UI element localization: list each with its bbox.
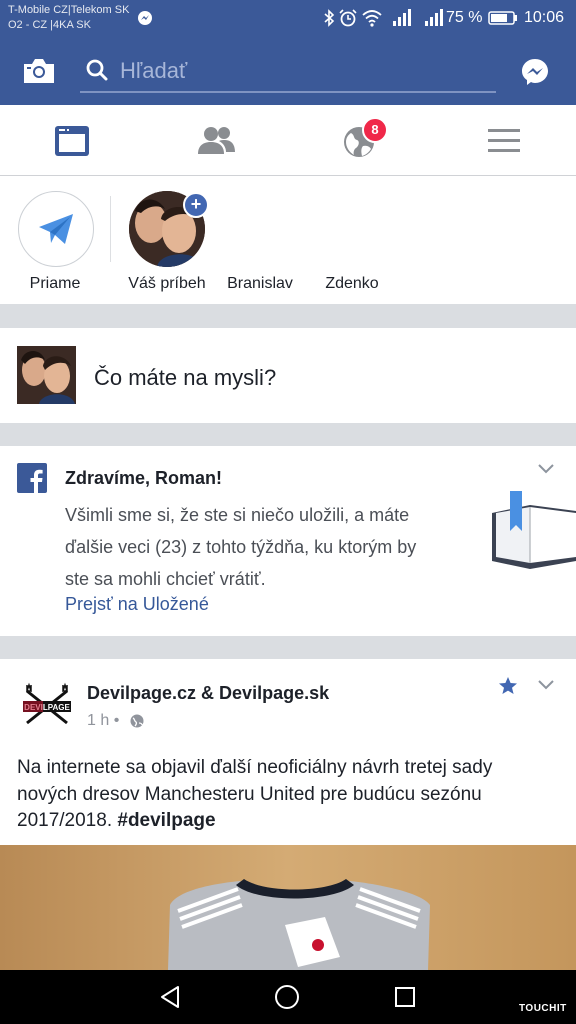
composer[interactable]: Čo máte na mysli?	[0, 328, 576, 423]
go-to-saved-link[interactable]: Prejsť na Uložené	[65, 594, 209, 615]
search-underline	[80, 91, 496, 93]
status-bar: T-Mobile CZ|Telekom SK O2 - CZ |4KA SK 7…	[0, 0, 576, 37]
saved-card-body-line: Všimli sme si, že ste si niečo uložili, …	[65, 505, 410, 525]
post-author[interactable]: Devilpage.cz & Devilpage.sk	[87, 683, 329, 704]
direct-button[interactable]	[18, 191, 94, 267]
post-photo[interactable]	[0, 845, 576, 970]
post-time[interactable]: 1 h	[87, 712, 109, 729]
profile-photo	[17, 346, 76, 404]
friends-icon[interactable]	[197, 125, 237, 155]
saved-reminder-card: Zdravíme, Roman! Všimli sme si, že ste s…	[0, 446, 576, 636]
search-icon	[86, 59, 108, 81]
saved-card-body-line: ďalšie veci (23) z tohto týždňa, ku ktor…	[65, 537, 417, 557]
news-feed-icon[interactable]	[54, 125, 90, 157]
notifications-badge: 8	[362, 117, 388, 143]
android-navigation-bar: TOUCHIT	[0, 970, 576, 1024]
chevron-down-icon[interactable]	[537, 463, 555, 475]
composer-avatar	[17, 346, 76, 404]
star-icon[interactable]	[498, 676, 518, 695]
facebook-logo-icon	[17, 463, 47, 493]
signal-icon-2	[425, 9, 443, 26]
post-text-plain: 2017/2018.	[17, 810, 118, 831]
back-icon[interactable]	[158, 985, 182, 1009]
battery-icon	[488, 11, 517, 25]
wifi-icon	[362, 10, 382, 27]
composer-prompt[interactable]: Čo máte na mysli?	[94, 365, 276, 391]
search-placeholder: Hľadať	[120, 58, 188, 83]
paper-plane-icon	[39, 214, 73, 244]
post-text-line: 2017/2018. #devilpage	[17, 808, 492, 835]
nav-tabs: 8	[0, 105, 576, 176]
page-avatar[interactable]: DEVILPAGE	[17, 679, 77, 729]
alarm-icon	[339, 9, 357, 27]
battery-percentage: 75 %	[446, 9, 483, 26]
story-label-zdenko[interactable]: Zdenko	[297, 275, 407, 293]
saved-book-icon	[492, 491, 576, 569]
messenger-notification-icon	[138, 11, 152, 25]
post-options-chevron-icon[interactable]	[537, 679, 555, 691]
carrier-label-secondary: O2 - CZ |4KA SK	[8, 19, 91, 31]
messenger-icon[interactable]	[520, 57, 550, 87]
add-story-plus-icon[interactable]: +	[183, 192, 209, 218]
post-meta: 1 h •	[87, 712, 119, 730]
top-bar: Hľadať	[0, 37, 576, 105]
clock: 10:06	[523, 9, 564, 26]
watermark: TOUCHIT	[519, 1003, 567, 1014]
home-icon[interactable]	[274, 984, 300, 1010]
saved-card-body-line: ste sa mohli chcieť vrátiť.	[65, 569, 266, 589]
feed-post: DEVILPAGE Devilpage.cz & Devilpage.sk 1 …	[0, 659, 576, 970]
signal-icon	[393, 9, 411, 26]
story-label-direct: Priame	[29, 275, 81, 292]
saved-card-title: Zdravíme, Roman!	[65, 468, 223, 488]
public-globe-icon	[130, 714, 144, 728]
saved-card-body: Všimli sme si, že ste si niečo uložili, …	[65, 499, 416, 595]
post-meta-separator: •	[113, 712, 120, 729]
post-text-line: nových dresov Manchesteru United pre bud…	[17, 783, 482, 805]
camera-icon[interactable]	[22, 57, 56, 85]
recent-apps-icon[interactable]	[394, 986, 416, 1008]
devilpage-logo: DEVILPAGE	[17, 679, 77, 729]
bluetooth-icon	[324, 9, 335, 27]
jersey-photo	[0, 845, 576, 970]
stories-tray: + Priame Váš príbeh Branislav Zdenko	[0, 176, 576, 304]
hashtag-link[interactable]: #devilpage	[117, 810, 215, 831]
post-text: Na internete sa objavil ďalší neoficiáln…	[17, 755, 492, 835]
stories-divider	[110, 196, 111, 262]
post-text-line: Na internete sa objavil ďalší neoficiáln…	[17, 757, 493, 778]
menu-icon[interactable]	[488, 128, 520, 154]
carrier-label: T-Mobile CZ|Telekom SK	[8, 4, 130, 16]
search-field[interactable]: Hľadať	[80, 47, 496, 93]
